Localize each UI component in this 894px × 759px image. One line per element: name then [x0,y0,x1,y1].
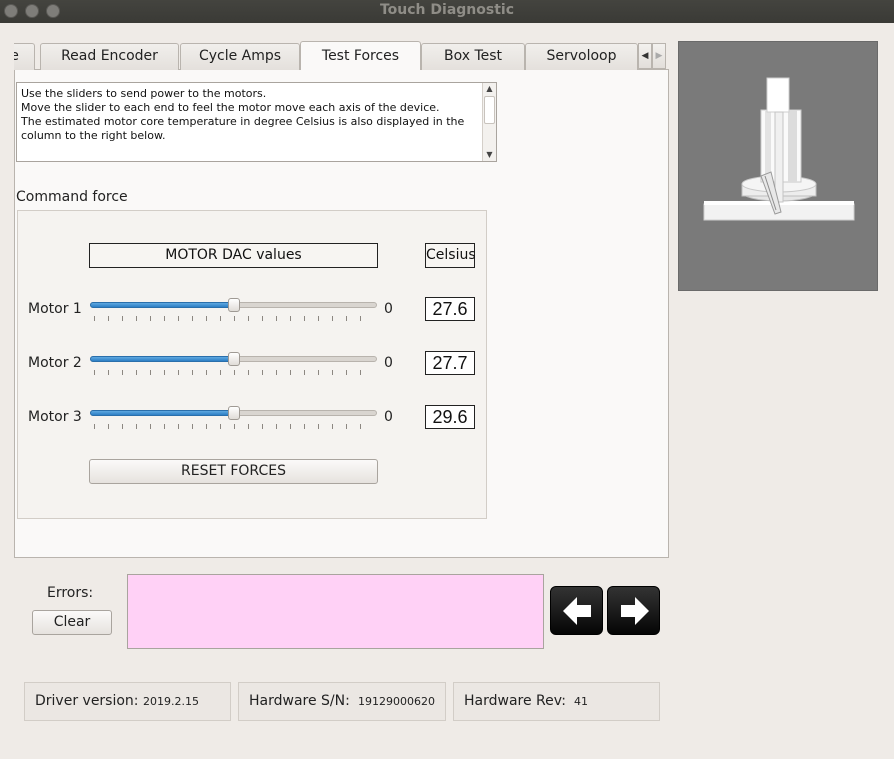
command-force-label: Command force [16,189,128,205]
dac-values-header: MOTOR DAC values [89,243,378,268]
tab-bar: e Read Encoder Cycle Amps Test Forces Bo… [14,41,638,70]
tab-partial[interactable]: e [14,43,35,70]
slider-fill [90,410,234,416]
motor-1-slider[interactable] [90,298,378,322]
slider-ticks [94,370,374,375]
instructions-text: Use the sliders to send power to the mot… [21,87,465,142]
title-bar: Touch Diagnostic [0,0,894,23]
reset-forces-button[interactable]: RESET FORCES [89,459,378,484]
hardware-rev-cell: Hardware Rev: 41 [453,682,660,721]
driver-version-cell: Driver version: 2019.2.15 [24,682,231,721]
hardware-serial-value: 19129000620 [358,695,435,708]
tab-test-forces[interactable]: Test Forces [300,41,421,70]
motor-2-slider[interactable] [90,352,378,376]
celsius-header: Celsius [425,243,476,268]
motor-3-slider[interactable] [90,406,378,430]
errors-label: Errors: [47,585,94,601]
tab-scroll-left-button[interactable]: ◀ [638,43,652,69]
driver-version-label: Driver version: [35,693,139,709]
next-button[interactable] [607,586,660,635]
tab-read-encoder[interactable]: Read Encoder [40,43,179,70]
triangle-right-icon: ▶ [655,51,663,61]
slider-fill [90,356,234,362]
motor-2-dac-value: 0 [384,355,393,371]
arrow-left-icon [563,597,591,625]
motor-1-label: Motor 1 [28,301,82,317]
motor-3-label: Motor 3 [28,409,82,425]
previous-button[interactable] [550,586,603,635]
tab-cycle-amps[interactable]: Cycle Amps [180,43,300,70]
slider-ticks [94,316,374,321]
hardware-serial-label: Hardware S/N: [249,693,350,709]
instructions-scrollbar[interactable]: ▲ ▼ [482,83,496,161]
scroll-down-icon[interactable]: ▼ [483,149,496,161]
arrow-right-icon [621,597,649,625]
instructions-textbox[interactable]: Use the sliders to send power to the mot… [16,82,497,162]
tab-box-test[interactable]: Box Test [421,43,525,70]
slider-ticks [94,424,374,429]
slider-handle[interactable] [228,298,240,312]
tab-servoloop[interactable]: Servoloop [525,43,638,70]
tab-scroll-right-button[interactable]: ▶ [652,43,666,69]
scroll-up-icon[interactable]: ▲ [483,83,496,95]
motor-3-celsius: 29.6 [425,405,475,429]
motor-2-celsius: 27.7 [425,351,475,375]
slider-handle[interactable] [228,352,240,366]
motor-2-label: Motor 2 [28,355,82,371]
window-title: Touch Diagnostic [379,2,514,18]
driver-version-value: 2019.2.15 [143,695,199,708]
haptic-device-model [703,77,855,221]
scrollbar-thumb[interactable] [484,96,495,124]
triangle-left-icon: ◀ [641,51,649,61]
motor-1-dac-value: 0 [384,301,393,317]
slider-handle[interactable] [228,406,240,420]
errors-textbox[interactable] [127,574,544,649]
slider-fill [90,302,234,308]
hardware-rev-value: 41 [574,695,588,708]
motor-3-dac-value: 0 [384,409,393,425]
clear-errors-button[interactable]: Clear [32,610,112,635]
hardware-rev-label: Hardware Rev: [464,693,566,709]
hardware-serial-cell: Hardware S/N: 19129000620 [238,682,446,721]
device-3d-viewer[interactable] [678,41,878,291]
motor-1-celsius: 27.6 [425,297,475,321]
